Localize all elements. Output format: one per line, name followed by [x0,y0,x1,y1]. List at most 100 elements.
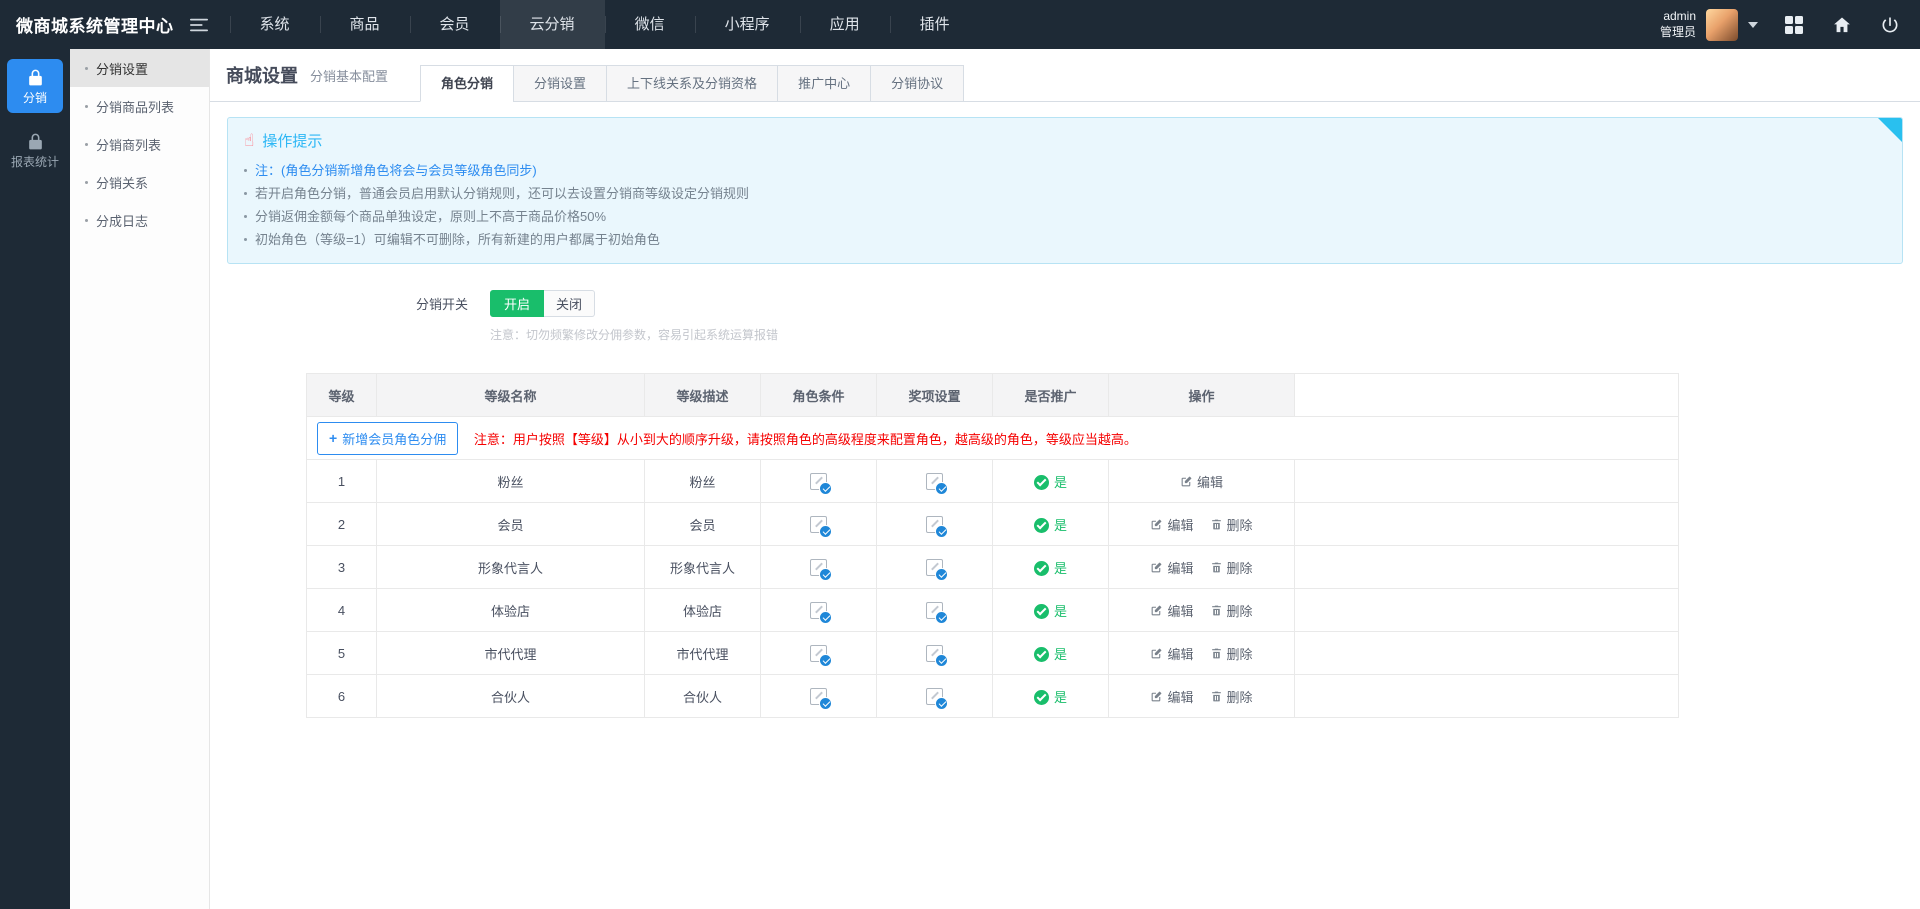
table-row: 3形象代言人形象代言人是编辑删除 [307,546,1679,589]
sidebar-item-label: 分销关系 [96,173,148,192]
edit-button[interactable]: 编辑 [1180,472,1223,491]
switch-toggle: 开启 关闭 [490,290,595,317]
delete-button[interactable]: 删除 [1210,601,1253,620]
prize-setting-icon[interactable] [926,688,943,705]
user-role: 管理员 [1660,25,1696,41]
sidebar-item-label: 分销商列表 [96,135,161,154]
role-condition-icon[interactable] [810,602,827,619]
table-row: 2会员会员是编辑删除 [307,503,1679,546]
nav-item-system[interactable]: 系统 [230,0,320,49]
top-nav: 系统 商品 会员 云分销 微信 小程序 应用 插件 [230,0,980,49]
edit-button[interactable]: 编辑 [1150,558,1193,577]
role-condition-icon[interactable] [810,645,827,662]
switch-off-button[interactable]: 关闭 [544,290,595,317]
role-condition-icon[interactable] [810,559,827,576]
check-badge-icon [819,482,832,495]
edit-button[interactable]: 编辑 [1150,515,1193,534]
nav-item-goods[interactable]: 商品 [320,0,410,49]
nav-item-members[interactable]: 会员 [410,0,500,49]
actions-cell: 编辑 [1109,460,1295,503]
nav-item-apps[interactable]: 应用 [800,0,890,49]
avatar[interactable] [1706,9,1738,41]
role-condition-cell [761,460,877,503]
lock-icon [26,132,45,151]
check-badge-icon [935,611,948,624]
level-name-cell: 合伙人 [377,675,645,718]
actions-cell: 编辑 删除 [1109,632,1295,675]
switch-on-button[interactable]: 开启 [490,290,544,317]
tab-distribution-settings[interactable]: 分销设置 [513,65,607,102]
sidebar-item-commission-log[interactable]: 分成日志 [70,201,209,239]
prize-setting-icon[interactable] [926,473,943,490]
nav-item-cloud-distribution[interactable]: 云分销 [500,0,605,49]
table-notice-row: 新增会员角色分佣 注意：用户按照【等级】从小到大的顺序升级，请按照角色的高级程度… [307,417,1679,460]
menu-icon[interactable] [190,17,210,33]
table-header-row: 等级 等级名称 等级描述 角色条件 奖项设置 是否推广 操作 [307,374,1679,417]
delete-label: 删除 [1227,644,1253,663]
operation-tips-panel: 操作提示 注：(角色分销新增角色将会与会员等级角色同步) 若开启角色分销，普通会… [227,117,1903,264]
tab-promotion-center[interactable]: 推广中心 [777,65,871,102]
level-cell: 5 [307,632,377,675]
prize-setting-cell [877,632,993,675]
chevron-down-icon[interactable] [1748,22,1758,28]
level-cell: 6 [307,675,377,718]
nav-item-plugins[interactable]: 插件 [890,0,980,49]
home-icon[interactable] [1832,15,1852,35]
nav-item-miniprogram[interactable]: 小程序 [695,0,800,49]
prize-setting-cell [877,503,993,546]
power-icon[interactable] [1880,15,1900,35]
level-desc-cell: 形象代言人 [645,546,761,589]
role-condition-icon[interactable] [810,688,827,705]
prize-setting-icon[interactable] [926,645,943,662]
sidebar: 分销设置 分销商品列表 分销商列表 分销关系 分成日志 [70,49,210,909]
check-circle-icon [1034,561,1049,576]
bullet-dot [85,181,88,184]
level-name-cell: 粉丝 [377,460,645,503]
sidebar-item-distribution-goods-list[interactable]: 分销商品列表 [70,87,209,125]
promote-cell: 是 [993,503,1109,546]
role-condition-icon[interactable] [810,516,827,533]
check-badge-icon [935,568,948,581]
apps-icon[interactable] [1784,15,1804,35]
sidebar-item-distribution-settings[interactable]: 分销设置 [70,49,209,87]
check-badge-icon [935,654,948,667]
sidebar-item-distribution-relations[interactable]: 分销关系 [70,163,209,201]
content-area: 商城设置 分销基本配置 角色分销 分销设置 上下线关系及分销资格 推广中心 分销… [210,49,1920,909]
check-circle-icon [1034,604,1049,619]
edit-button[interactable]: 编辑 [1150,644,1193,663]
delete-button[interactable]: 删除 [1210,644,1253,663]
bullet-dot [244,169,247,172]
prize-setting-cell [877,546,993,589]
nav-item-wechat[interactable]: 微信 [605,0,695,49]
role-condition-cell [761,546,877,589]
sidebar-item-distributor-list[interactable]: 分销商列表 [70,125,209,163]
delete-button[interactable]: 删除 [1210,515,1253,534]
role-condition-cell [761,632,877,675]
edit-label: 编辑 [1197,472,1223,491]
edit-button[interactable]: 编辑 [1150,687,1193,706]
col-level: 等级 [307,374,377,417]
rail-item-report-stats[interactable]: 报表统计 [7,123,63,177]
tab-role-distribution[interactable]: 角色分销 [420,65,514,102]
delete-button[interactable]: 删除 [1210,687,1253,706]
tab-upline-downline[interactable]: 上下线关系及分销资格 [606,65,778,102]
prize-setting-icon[interactable] [926,516,943,533]
check-badge-icon [819,654,832,667]
delete-button[interactable]: 删除 [1210,558,1253,577]
level-name-cell: 市代代理 [377,632,645,675]
edit-button[interactable]: 编辑 [1150,601,1193,620]
table-row: 1粉丝粉丝是编辑 [307,460,1679,503]
role-condition-icon[interactable] [810,473,827,490]
rail-item-distribution[interactable]: 分销 [7,59,63,113]
col-level-name: 等级名称 [377,374,645,417]
tips-title-row: 操作提示 [244,130,1886,151]
level-desc-cell: 市代代理 [645,632,761,675]
check-circle-icon [1034,690,1049,705]
check-badge-icon [819,525,832,538]
add-role-button[interactable]: 新增会员角色分佣 [317,422,458,455]
prize-setting-icon[interactable] [926,602,943,619]
tab-distribution-agreement[interactable]: 分销协议 [870,65,964,102]
tip-line: 若开启角色分销，普通会员启用默认分销规则，还可以去设置分销商等级设定分销规则 [244,182,1886,205]
bullet-dot [85,143,88,146]
prize-setting-icon[interactable] [926,559,943,576]
